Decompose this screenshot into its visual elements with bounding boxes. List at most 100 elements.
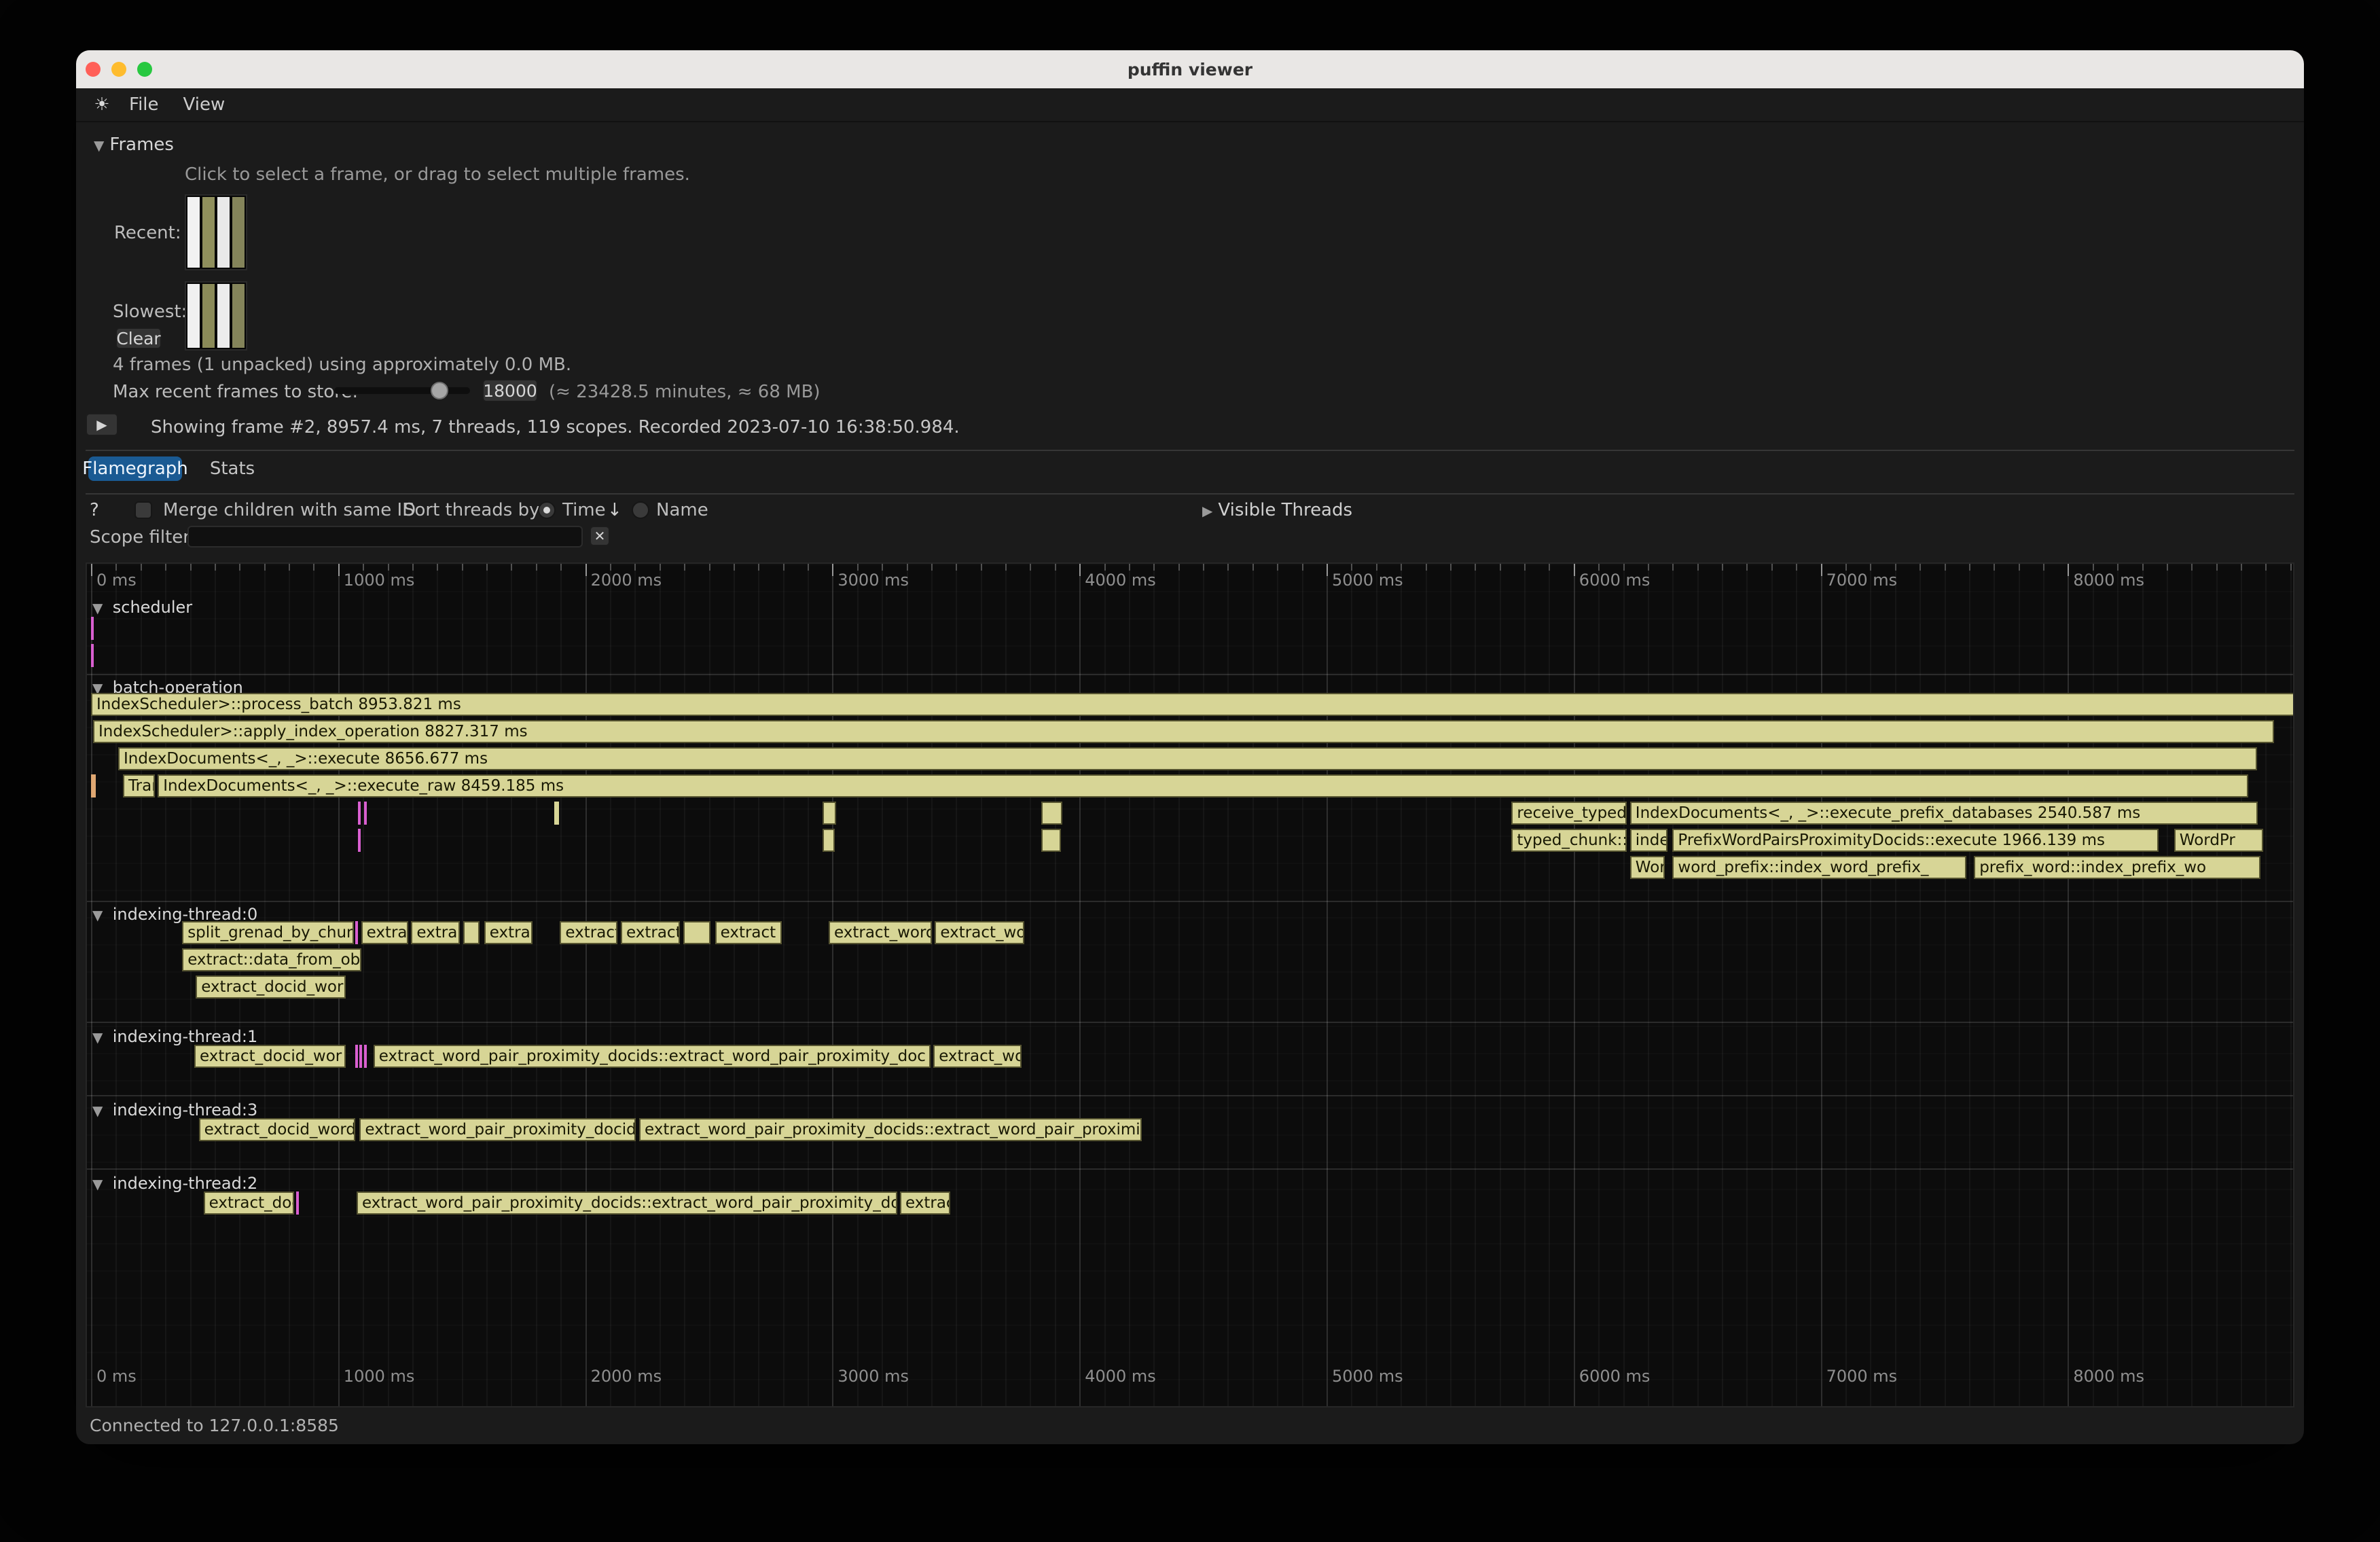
frame-mini-bar[interactable] <box>202 197 215 268</box>
flame-bar[interactable]: extract_ <box>621 921 680 944</box>
ruler-tick <box>808 564 809 571</box>
frame-mini-bar[interactable] <box>232 197 245 268</box>
frame-mini-bar[interactable] <box>232 284 245 348</box>
slowest-frames-thumbnail[interactable] <box>185 281 247 351</box>
flame-bar[interactable]: extract_word_pair_proximity_docids <box>359 1118 636 1141</box>
flame-bar[interactable]: extract_wo <box>933 1045 1022 1068</box>
thread-header-indexing-thread:3[interactable]: ▼ indexing-thread:3 <box>92 1100 257 1119</box>
flame-bar[interactable] <box>359 1045 362 1068</box>
flame-bar[interactable] <box>1041 802 1062 825</box>
flame-bar[interactable]: extra <box>411 921 460 944</box>
help-button[interactable]: ? <box>90 500 99 520</box>
flame-bar[interactable]: IndexDocuments<_, _>::execute 8656.677 m… <box>118 747 2257 770</box>
grid-line <box>1376 564 1377 1406</box>
flame-bar[interactable]: extract::data_from_ob <box>182 948 361 971</box>
tab-stats[interactable]: Stats <box>205 456 259 481</box>
thread-header-indexing-thread:1[interactable]: ▼ indexing-thread:1 <box>92 1027 257 1046</box>
flame-bar[interactable]: receive_typed_ <box>1511 802 1627 825</box>
flame-bar[interactable] <box>683 921 710 944</box>
sort-time-label[interactable]: Time <box>562 500 606 520</box>
flame-bar[interactable] <box>364 802 367 825</box>
flame-bar[interactable]: extract_word_pair_proximity_docids::extr… <box>374 1045 931 1068</box>
merge-children-label[interactable]: Merge children with same ID <box>163 500 416 520</box>
flame-bar[interactable]: extract_word_pair_proximity_docids::extr… <box>357 1191 897 1215</box>
flame-bar[interactable]: extract_docid_wor <box>194 1045 346 1068</box>
flame-bar[interactable] <box>364 1045 367 1068</box>
flame-bar[interactable]: typed_chunk::w <box>1511 829 1626 852</box>
scope-filter-input[interactable] <box>187 526 583 548</box>
sort-time-radio[interactable] <box>538 501 556 519</box>
flame-bar[interactable]: extrac <box>484 921 533 944</box>
flame-bar[interactable]: split_grenad_by_chun <box>182 921 353 944</box>
zoom-button[interactable] <box>137 62 152 77</box>
clear-button[interactable]: Clear <box>115 327 162 349</box>
ruler-tick <box>1104 564 1106 571</box>
close-button[interactable] <box>86 62 101 77</box>
flame-bar[interactable]: Trans <box>123 774 155 797</box>
flame-bar[interactable]: extract_word <box>829 921 932 944</box>
sort-name-label[interactable]: Name <box>656 500 708 520</box>
scope-filter-clear-button[interactable]: ✕ <box>590 526 610 546</box>
visible-threads-header[interactable]: ▶Visible Threads <box>1202 500 1352 520</box>
flame-bar[interactable] <box>358 802 361 825</box>
flame-bar[interactable] <box>823 829 835 852</box>
flame-bar[interactable] <box>355 1045 358 1068</box>
menu-file[interactable]: File <box>117 92 171 118</box>
flame-bar[interactable]: PrefixWordPairsProximityDocids::execute … <box>1672 829 2158 852</box>
sort-direction-arrow-icon[interactable]: ↓ <box>607 500 622 520</box>
flame-bar[interactable] <box>355 921 358 944</box>
flame-bar[interactable] <box>358 829 361 852</box>
max-frames-slider-track[interactable] <box>334 387 470 394</box>
frame-mini-bar[interactable] <box>202 284 215 348</box>
ruler-tick <box>1005 564 1007 571</box>
flame-bar[interactable]: extract <box>361 921 408 944</box>
sort-name-radio[interactable] <box>632 501 649 519</box>
flame-bar[interactable] <box>823 802 836 825</box>
flame-bar[interactable] <box>554 802 559 825</box>
window-titlebar[interactable]: puffin viewer <box>76 50 2304 88</box>
menu-view[interactable]: View <box>171 92 238 118</box>
frame-mini-bar[interactable] <box>217 284 230 348</box>
merge-children-checkbox[interactable] <box>134 501 152 519</box>
flame-bar[interactable]: Word <box>1630 856 1665 879</box>
frame-mini-bar[interactable] <box>187 284 200 348</box>
recent-frames-thumbnail[interactable] <box>185 194 247 270</box>
flame-bar[interactable] <box>91 617 94 640</box>
frame-mini-bar[interactable] <box>187 197 200 268</box>
flame-bar[interactable]: IndexDocuments<_, _>::execute_prefix_dat… <box>1630 802 2258 825</box>
time-axis-label-top: 7000 ms <box>1826 571 1898 590</box>
flame-bar[interactable] <box>463 921 480 944</box>
flame-bar[interactable]: IndexDocuments<_, _>::execute_raw 8459.1… <box>158 774 2248 797</box>
flame-bar[interactable]: extrac <box>900 1191 950 1215</box>
grid-line <box>1500 564 1501 1406</box>
theme-icon[interactable]: ☀ <box>87 94 117 115</box>
flame-bar[interactable]: extract_ <box>560 921 617 944</box>
flamegraph-canvas[interactable]: 0 ms0 ms1000 ms1000 ms2000 ms2000 ms3000… <box>86 562 2294 1407</box>
flame-bar[interactable]: extract_word_pair_proximity_docids::extr… <box>639 1118 1142 1141</box>
flame-bar[interactable]: IndexScheduler>::process_batch 8953.821 … <box>91 693 2294 716</box>
frames-section-header[interactable]: ▼Frames <box>94 135 174 155</box>
flame-bar[interactable]: extract <box>715 921 782 944</box>
flame-bar[interactable]: extract_docid_wor <box>196 975 346 999</box>
flame-bar[interactable] <box>296 1191 299 1215</box>
flame-bar[interactable]: IndexScheduler>::apply_index_operation 8… <box>93 720 2274 743</box>
flame-bar[interactable]: word_prefix::index_word_prefix_ <box>1672 856 1966 879</box>
flame-bar[interactable] <box>91 644 94 667</box>
thread-header-indexing-thread:2[interactable]: ▼ indexing-thread:2 <box>92 1174 257 1193</box>
thread-header-scheduler[interactable]: ▼ scheduler <box>92 598 192 617</box>
max-frames-value[interactable]: 18000 <box>482 379 538 402</box>
flame-bar[interactable] <box>1041 829 1061 852</box>
flame-bar[interactable]: WordPr <box>2174 829 2263 852</box>
play-button[interactable]: ▶ <box>86 413 118 436</box>
flame-bar[interactable]: extract_doc <box>204 1191 295 1215</box>
flame-bar[interactable]: extract_wo <box>935 921 1024 944</box>
flame-bar[interactable]: extract_docid_word <box>199 1118 355 1141</box>
ruler-tick <box>634 564 636 571</box>
tab-flamegraph[interactable]: Flamegraph <box>88 456 182 481</box>
flame-bar[interactable]: index <box>1630 829 1667 852</box>
frame-mini-bar[interactable] <box>217 197 230 268</box>
minimize-button[interactable] <box>111 62 126 77</box>
flame-bar[interactable]: prefix_word::index_prefix_wo <box>1974 856 2260 879</box>
max-frames-slider-knob[interactable] <box>431 382 448 399</box>
flame-bar[interactable] <box>91 774 96 797</box>
